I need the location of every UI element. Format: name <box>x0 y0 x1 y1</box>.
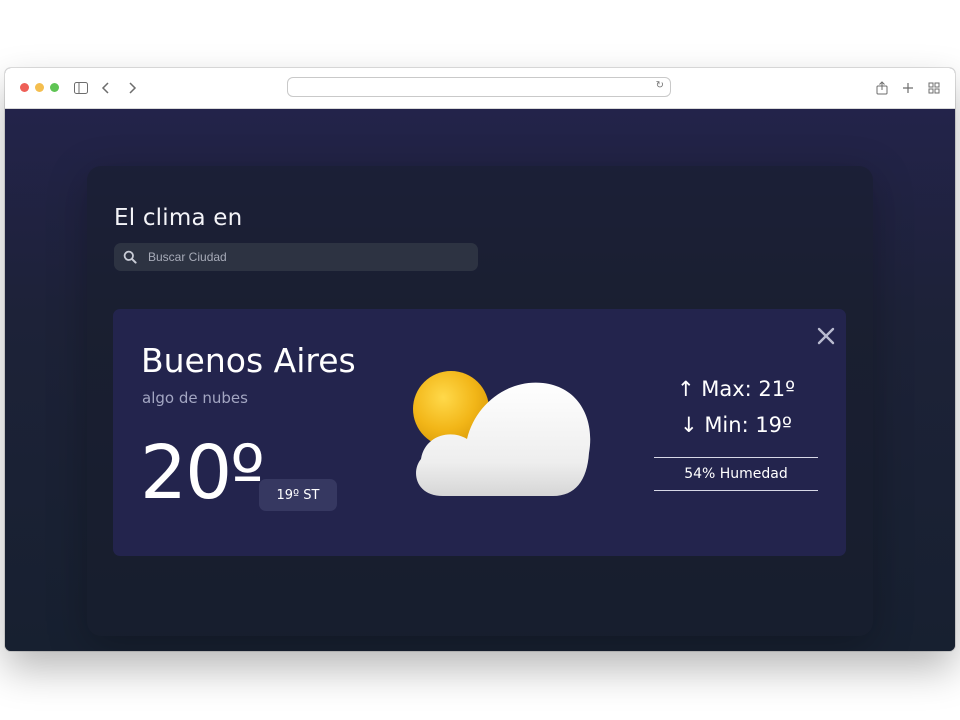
tab-overview-icon[interactable] <box>927 78 941 98</box>
browser-toolbar: ↻ <box>5 68 955 109</box>
city-name: Buenos Aires <box>141 341 356 380</box>
arrow-down-icon: ↓ <box>680 413 705 437</box>
min-temperature-value: Min: 19º <box>704 413 792 437</box>
feels-like-badge: 19º ST <box>259 479 337 511</box>
new-tab-icon[interactable] <box>901 78 915 98</box>
current-temperature: 20º <box>140 430 265 516</box>
max-temperature: ↑ Max: 21º <box>654 371 818 407</box>
minimize-window-button[interactable] <box>35 83 44 92</box>
reload-icon[interactable]: ↻ <box>656 80 664 91</box>
arrow-up-icon: ↑ <box>676 377 702 401</box>
humidity: 54% Humedad <box>654 457 818 491</box>
close-icon[interactable] <box>813 323 839 349</box>
page-viewport: El clima en Buenos Aires algo de nubes 2… <box>5 109 955 651</box>
maximize-window-button[interactable] <box>50 83 59 92</box>
forward-icon[interactable] <box>125 78 139 98</box>
temperature-stats: ↑ Max: 21º ↓ Min: 19º 54% Humedad <box>654 371 818 491</box>
page-heading: El clima en <box>114 205 243 231</box>
search-input[interactable] <box>148 243 468 271</box>
back-icon[interactable] <box>99 78 113 98</box>
min-temperature: ↓ Min: 19º <box>654 407 818 443</box>
close-window-button[interactable] <box>20 83 29 92</box>
address-bar[interactable]: ↻ <box>287 77 671 97</box>
sidebar-icon[interactable] <box>73 78 89 98</box>
share-icon[interactable] <box>875 78 889 98</box>
browser-window: ↻ El clima en Buscar Ciudad Buenos Aires… <box>5 68 955 651</box>
search-box[interactable] <box>114 243 478 271</box>
max-temperature-value: Max: 21º <box>701 377 796 401</box>
partly-cloudy-icon <box>413 371 591 496</box>
search-icon <box>123 250 137 264</box>
weather-card: Buenos Aires algo de nubes 20º 19º ST ↑ … <box>113 309 846 556</box>
weather-condition: algo de nubes <box>142 389 248 407</box>
